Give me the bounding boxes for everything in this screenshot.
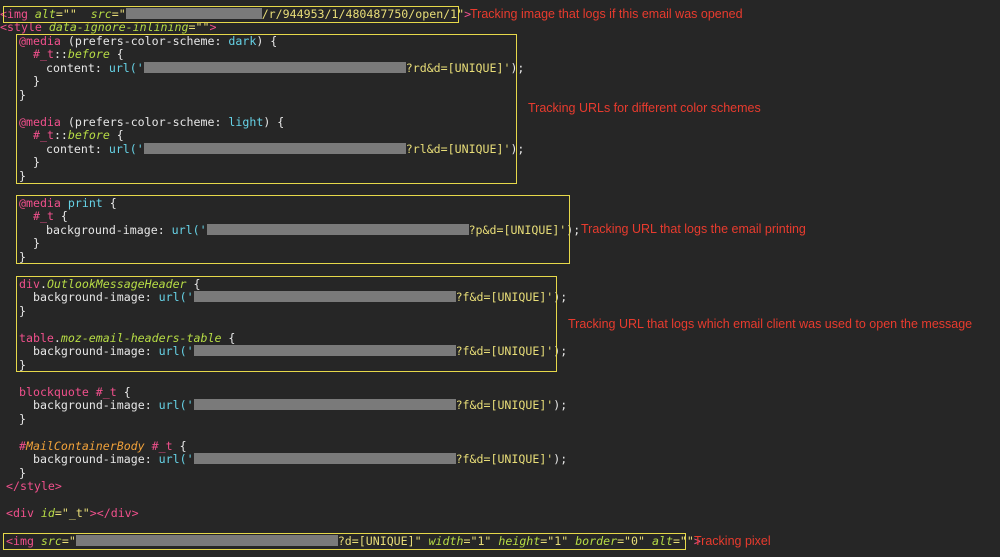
attr-token: id — [40, 506, 55, 520]
redacted-url — [193, 399, 456, 410]
code-line-bg-f: background-image: url(' ?f&d=[UNIQUE]'); — [0, 452, 568, 467]
text-token: } — [19, 466, 26, 480]
property-token: background-image — [33, 398, 145, 412]
code-line-bg-f: background-image: url(' ?f&d=[UNIQUE]'); — [0, 398, 568, 413]
highlight-box-print — [16, 195, 570, 264]
redacted-url — [193, 453, 456, 464]
annotation-client: Tracking URL that logs which email clien… — [568, 317, 973, 331]
annotation-open-tracking: Tracking image that logs if this email w… — [470, 7, 743, 21]
selector-token: #_t — [151, 439, 173, 453]
tag-token: ></div> — [89, 506, 139, 520]
property-token: background-image — [33, 452, 145, 466]
text-token: { — [116, 385, 131, 399]
code-line-brace: } — [0, 412, 26, 427]
selector-token: blockquote — [19, 385, 89, 399]
highlight-box-color-scheme — [16, 34, 517, 184]
tag-token: </style> — [6, 479, 62, 493]
annotation-color-scheme: Tracking URLs for different color scheme… — [528, 101, 761, 115]
highlight-box-pixel — [3, 533, 686, 550]
value-token: url(' — [158, 398, 194, 412]
text-token: ); — [553, 452, 568, 466]
id-token: MailContainerBody — [25, 439, 145, 453]
text-token: : — [144, 398, 159, 412]
annotation-pixel: Tracking pixel — [694, 534, 771, 548]
highlight-box-open-image — [3, 6, 459, 23]
text-token: { — [172, 439, 187, 453]
string-token: ="_t" — [54, 506, 90, 520]
string-token: ?f&d=[UNIQUE]' — [455, 452, 554, 466]
code-line-div-t: <div id="_t"></div> — [0, 506, 139, 521]
code-line-style-close: </style> — [0, 479, 62, 494]
string-token: ?f&d=[UNIQUE]' — [455, 398, 554, 412]
value-token: url(' — [158, 452, 194, 466]
highlight-box-client — [16, 276, 557, 372]
annotation-printing: Tracking URL that logs the email printin… — [581, 222, 806, 236]
text-token: } — [19, 412, 26, 426]
text-token: ); — [553, 398, 568, 412]
text-token: : — [144, 452, 159, 466]
selector-token: #_t — [95, 385, 117, 399]
selector-token: # — [19, 439, 26, 453]
tag-token: <div — [6, 506, 34, 520]
code-line-style-open: <style data-ignore-inlining=""> — [0, 20, 216, 35]
